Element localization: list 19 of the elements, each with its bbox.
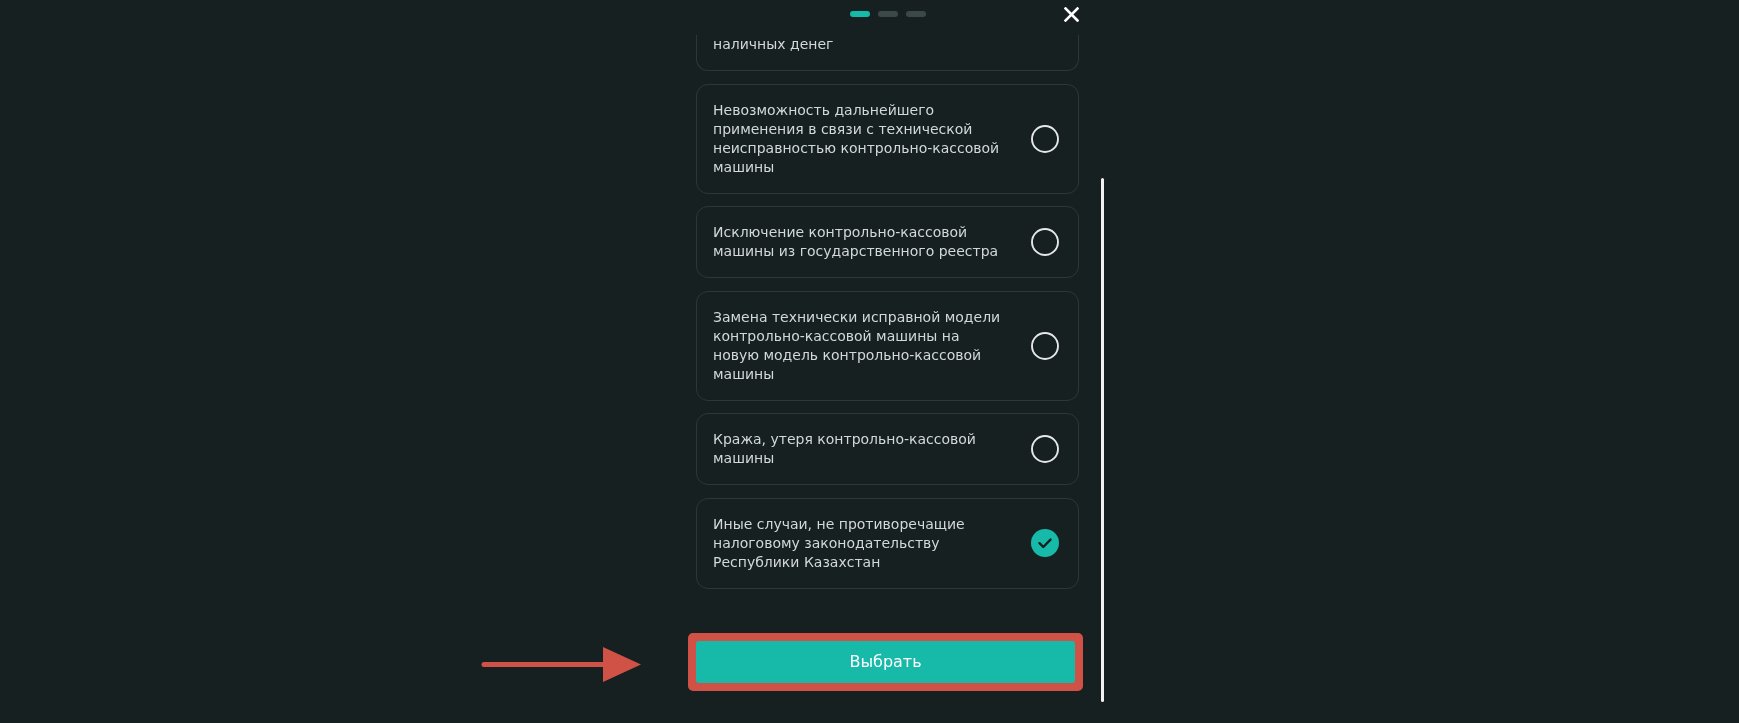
option-text: Исключение контрольно-кассовой машины из государственного реестра [713, 223, 1000, 261]
option-card[interactable]: Кража, утеря контрольно-кассовой машины [696, 413, 1079, 485]
radio-button[interactable] [1031, 529, 1059, 557]
option-text: Иные случаи, не противоречащие налоговому законодательству Республики Казахстан [713, 514, 966, 572]
option-text: Невозможность дальнейшего применения в связи с технической неисправностью контрольно-кассовой машины [713, 100, 1001, 177]
radio-button[interactable] [1031, 124, 1059, 153]
radio-button[interactable] [1031, 228, 1059, 256]
option-card[interactable]: Замена технически исправной модели контрольно-кассовой машины на новую модель контрольно-кассовой машины [696, 290, 1079, 401]
option-card[interactable]: Исключение контрольно-кассовой машины из государственного реестра [696, 206, 1079, 278]
option-text: Кража, утеря контрольно-кассовой машины [713, 430, 977, 468]
radio-button[interactable] [1031, 331, 1059, 360]
radio-button[interactable] [1031, 435, 1059, 463]
close-icon[interactable] [1064, 6, 1079, 22]
option-text: Замена технически исправной модели контрольно-кассовой машины на новую модель контрольно-кассовой машины [713, 307, 1002, 384]
option-card[interactable]: Иные случаи, не противоречащие налоговому законодательству Республики Казахстан [696, 497, 1079, 589]
option-card[interactable]: наличных денег [696, 35, 1079, 71]
scrollbar-thumb[interactable] [1101, 178, 1104, 702]
option-text: наличных денег [713, 35, 835, 54]
option-card[interactable]: Невозможность дальнейшего применения в связи с технической неисправностью контрольно-кассовой машины [696, 83, 1079, 194]
